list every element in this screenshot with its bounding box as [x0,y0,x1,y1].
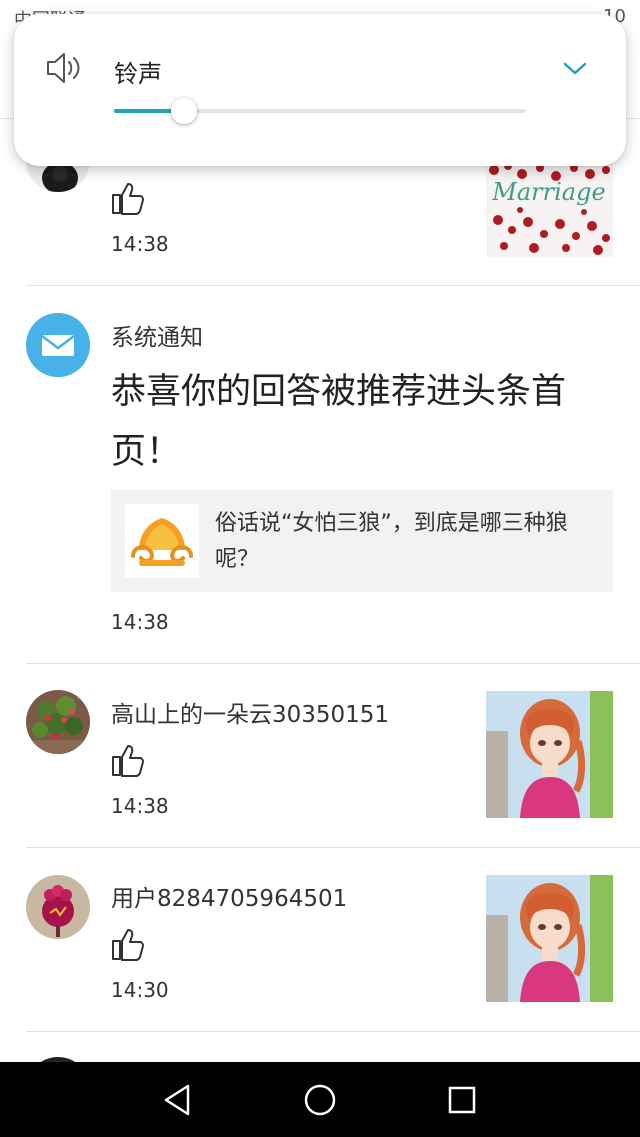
thumbnail-image[interactable] [486,691,613,818]
recents-icon[interactable] [442,1080,482,1120]
thumbs-up-icon[interactable] [110,180,146,216]
timestamp: 14:38 [111,610,169,634]
timestamp: 14:38 [111,232,169,256]
sender-name: 用户8284705964501 [111,886,348,912]
volume-slider-thumb[interactable] [171,98,198,124]
speaker-icon[interactable] [44,50,84,86]
avatar[interactable] [26,690,90,754]
list-item[interactable]: 用户8284705964501 14:30 [0,848,640,1032]
home-icon[interactable] [300,1080,340,1120]
mail-icon [26,313,90,377]
timestamp: 14:30 [111,978,169,1002]
thumbs-up-icon[interactable] [110,742,146,778]
avatar[interactable] [26,313,90,377]
sender-name: 高山上的一朵云30350151 [111,702,390,728]
thumbnail-caption: Marriage [491,178,605,206]
article-logo [125,504,199,578]
navigation-bar [0,1062,640,1137]
notification-headline: 恭喜你的回答被推荐进头条首页！ [111,372,567,472]
quoted-article-card[interactable]: 俗话说“女怕三狼”，到底是哪三种狼呢？ [111,490,613,592]
sender-name: 系统通知 [111,325,203,351]
list-item[interactable]: 高山上的一朵云30350151 14:38 [0,664,640,848]
volume-panel[interactable]: 铃声 [14,14,626,166]
quoted-article-title: 俗话说“女怕三狼”，到底是哪三种狼呢？ [215,511,568,572]
list-divider [26,1031,640,1032]
chevron-down-icon[interactable] [560,56,590,80]
volume-stream-label: 铃声 [114,60,162,88]
avatar[interactable] [26,875,90,939]
avatar-image [26,690,90,754]
timestamp: 14:38 [111,794,169,818]
thumbs-up-icon[interactable] [110,926,146,962]
back-icon[interactable] [158,1080,198,1120]
avatar-image [26,875,90,939]
list-item[interactable]: 系统通知 恭喜你的回答被推荐进头条首页！ 俗话说“女怕三狼”，到底是哪三种狼呢？… [0,286,640,664]
thumbnail-image[interactable] [486,875,613,1002]
